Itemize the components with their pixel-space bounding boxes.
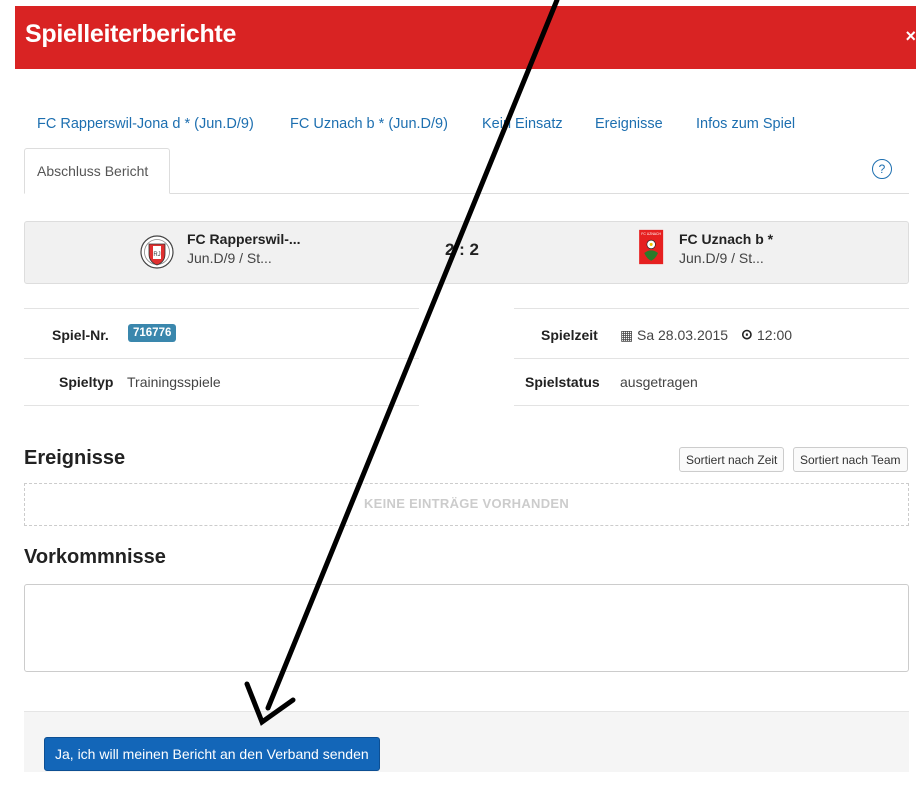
clock-icon: ⊙ <box>741 326 753 342</box>
help-icon[interactable]: ? <box>872 159 892 179</box>
spielzeit-date: Sa 28.03.2015 <box>637 327 729 343</box>
divider <box>514 405 909 406</box>
divider <box>24 405 419 406</box>
match-score: 2 : 2 <box>445 240 480 259</box>
rapperswil-jona-crest-icon: RJ <box>140 235 174 269</box>
nav-link-kein-einsatz[interactable]: Kein Einsatz <box>482 116 563 132</box>
spielstatus-label: Spielstatus <box>525 374 600 390</box>
close-icon[interactable]: × <box>905 26 916 47</box>
nav-link-home-team[interactable]: FC Rapperswil-Jona d * (Jun.D/9) <box>37 116 254 132</box>
away-team-name: FC Uznach b * <box>679 231 774 247</box>
divider <box>514 358 909 359</box>
vorkommnisse-heading: Vorkommnisse <box>24 546 166 568</box>
sort-by-time-button[interactable]: Sortiert nach Zeit <box>679 447 785 472</box>
nav-link-away-team[interactable]: FC Uznach b * (Jun.D/9) <box>290 116 448 132</box>
uznach-crest-icon: FC UZNACH <box>639 229 664 265</box>
spielstatus-value: ausgetragen <box>620 374 698 390</box>
nav-link-infos[interactable]: Infos zum Spiel <box>696 116 795 132</box>
sort-by-team-button[interactable]: Sortiert nach Team <box>793 447 908 472</box>
send-report-button[interactable]: Ja, ich will meinen Bericht an den Verba… <box>44 737 380 771</box>
divider <box>24 358 419 359</box>
tab-abschluss-bericht[interactable]: Abschluss Bericht <box>24 148 170 194</box>
spielzeit-time: 12:00 <box>757 327 793 343</box>
vorkommnisse-textarea[interactable] <box>24 584 909 672</box>
uznach-logo-text: FC UZNACH <box>641 232 661 236</box>
divider <box>514 308 909 309</box>
divider <box>24 308 419 309</box>
away-team-sub: Jun.D/9 / St... <box>679 250 764 266</box>
spielzeit-label: Spielzeit <box>541 327 598 343</box>
page-title: Spielleiterberichte <box>25 20 237 48</box>
spieltyp-label: Spieltyp <box>59 374 114 390</box>
ereignisse-empty-state: KEINE EINTRÄGE VORHANDEN <box>24 483 909 526</box>
ereignisse-heading: Ereignisse <box>24 447 126 469</box>
home-team-sub: Jun.D/9 / St... <box>187 250 272 266</box>
spiel-nr-badge: 716776 <box>128 324 177 342</box>
home-team-name: FC Rapperswil-... <box>187 231 301 247</box>
nav-link-ereignisse[interactable]: Ereignisse <box>595 116 663 132</box>
spieltyp-value: Trainingsspiele <box>127 374 221 390</box>
calendar-icon: ▦ <box>620 327 634 343</box>
app-header: Spielleiterberichte × <box>15 6 916 69</box>
match-summary: RJ FC Rapperswil-... Jun.D/9 / St... 2 :… <box>24 221 909 284</box>
spiel-nr-label: Spiel-Nr. <box>52 327 109 343</box>
form-footer: Ja, ich will meinen Bericht an den Verba… <box>24 711 909 772</box>
svg-text:RJ: RJ <box>153 252 160 258</box>
